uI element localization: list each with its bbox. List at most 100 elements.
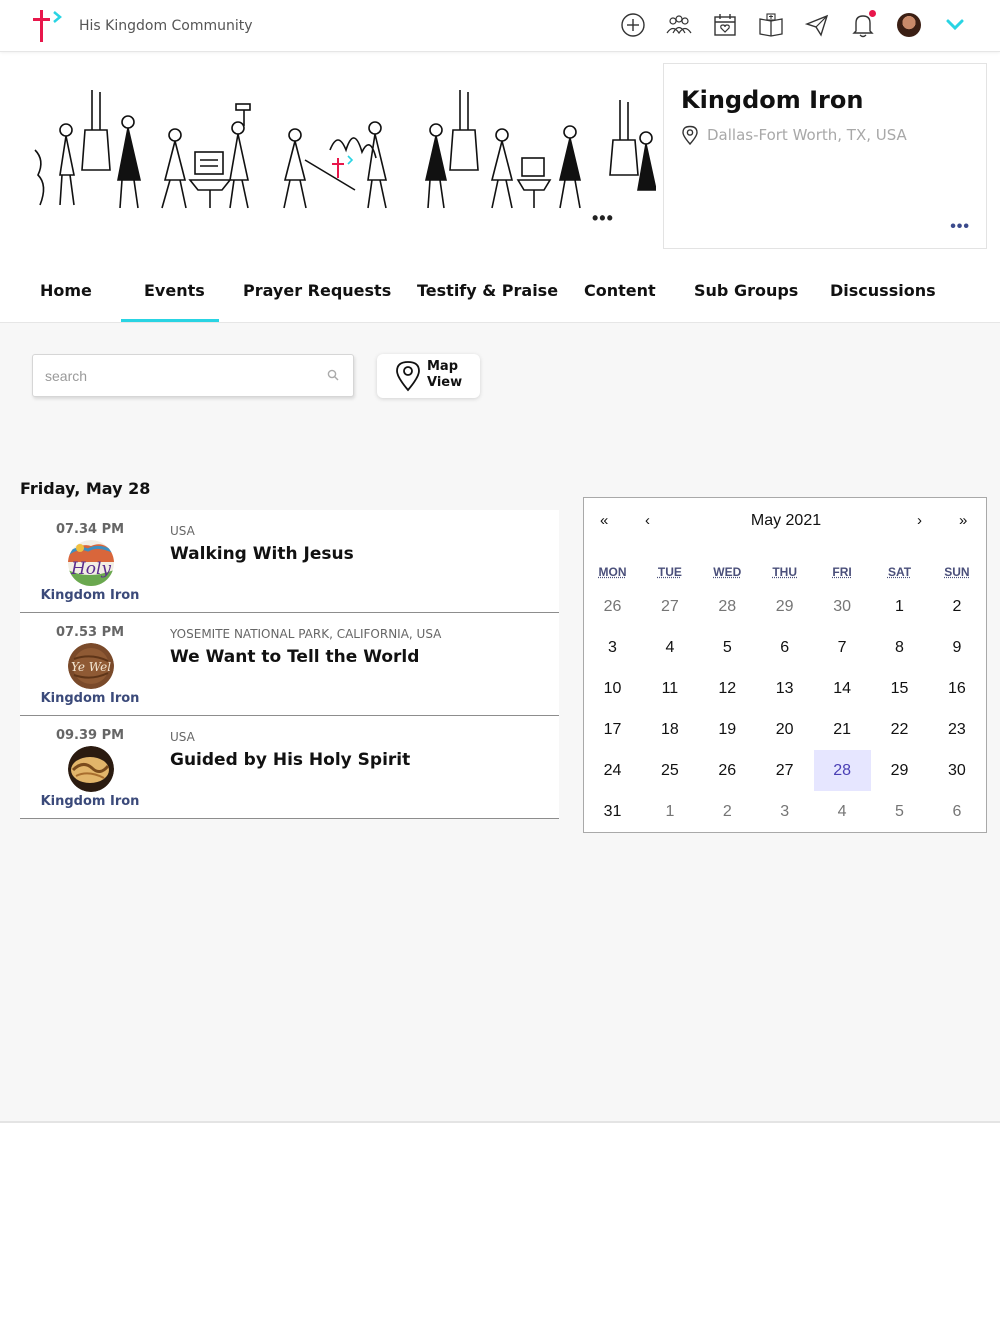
event-time: 09.39 PM <box>55 728 125 743</box>
calendar-day[interactable]: 6 <box>756 627 813 668</box>
calendar-day[interactable]: 28 <box>699 586 756 627</box>
calendar-month-label[interactable]: May 2021 <box>584 512 988 530</box>
calendar-day[interactable]: 19 <box>699 709 756 750</box>
calendar-day[interactable]: 1 <box>641 791 698 832</box>
calendar-day[interactable]: 21 <box>814 709 871 750</box>
calendar-weekday: MON <box>598 565 627 579</box>
avatar-image <box>897 13 921 37</box>
calendar-day[interactable]: 5 <box>699 627 756 668</box>
tab-sub-groups[interactable]: Sub Groups <box>694 281 798 300</box>
calendar-day[interactable]: 17 <box>584 709 641 750</box>
calendar-day[interactable]: 4 <box>641 627 698 668</box>
group-title: Kingdom Iron <box>681 86 864 114</box>
event-group[interactable]: Kingdom Iron <box>20 794 160 809</box>
tab-prayer-requests[interactable]: Prayer Requests <box>243 281 391 300</box>
search-icon[interactable] <box>327 369 339 381</box>
add-circle-icon[interactable] <box>618 10 648 40</box>
calendar-day[interactable]: 2 <box>699 791 756 832</box>
event-item[interactable]: 09.39 PM Kingdom Iron USA Guided by His … <box>20 716 559 819</box>
calendar-day[interactable]: 7 <box>814 627 871 668</box>
search-input[interactable] <box>33 355 313 396</box>
event-list: 07.34 PM Holy Kingdom Iron USA Walking W… <box>20 510 559 819</box>
calendar-day[interactable]: 22 <box>871 709 928 750</box>
calendar-day[interactable]: 30 <box>814 586 871 627</box>
calendar-heart-icon[interactable] <box>710 10 740 40</box>
event-title[interactable]: We Want to Tell the World <box>170 647 419 667</box>
event-location: USA <box>170 524 195 538</box>
tab-content[interactable]: Content <box>584 281 656 300</box>
event-group[interactable]: Kingdom Iron <box>20 691 160 706</box>
calendar-weekday: SAT <box>887 565 912 579</box>
calendar-day[interactable]: 27 <box>641 586 698 627</box>
send-icon[interactable] <box>802 10 832 40</box>
map-pin-icon <box>396 361 420 392</box>
calendar-day[interactable]: 2 <box>928 586 985 627</box>
chevron-down-icon[interactable] <box>940 10 970 40</box>
location-pin-icon <box>682 125 698 145</box>
map-view-label: Map View <box>427 359 462 391</box>
calendar-day[interactable]: 16 <box>928 668 985 709</box>
event-item[interactable]: 07.34 PM Holy Kingdom Iron USA Walking W… <box>20 510 559 613</box>
event-group[interactable]: Kingdom Iron <box>20 588 160 603</box>
calendar-day[interactable]: 9 <box>928 627 985 668</box>
calendar-day[interactable]: 26 <box>699 750 756 791</box>
calendar-day[interactable]: 20 <box>756 709 813 750</box>
calendar-day[interactable]: 1 <box>871 586 928 627</box>
event-title[interactable]: Walking With Jesus <box>170 544 354 564</box>
calendar-day[interactable]: 10 <box>584 668 641 709</box>
event-item[interactable]: 07.53 PM Ye Wel Kingdom Iron YOSEMITE NA… <box>20 613 559 716</box>
groups-icon[interactable] <box>664 10 694 40</box>
group-location: Dallas-Fort Worth, TX, USA <box>707 126 907 144</box>
calendar-day[interactable]: 12 <box>699 668 756 709</box>
group-card: Kingdom Iron Dallas-Fort Worth, TX, USA … <box>663 63 987 249</box>
event-avatar: Holy <box>68 540 114 586</box>
calendar-day[interactable]: 26 <box>584 586 641 627</box>
banner-illustration <box>34 90 656 209</box>
calendar-day[interactable]: 5 <box>871 791 928 832</box>
map-view-line2: View <box>427 375 463 390</box>
calendar-day[interactable]: 3 <box>756 791 813 832</box>
bible-icon[interactable] <box>756 10 786 40</box>
calendar-last-button[interactable]: » <box>959 512 967 529</box>
calendar-day[interactable]: 11 <box>641 668 698 709</box>
calendar-day[interactable]: 13 <box>756 668 813 709</box>
calendar-day[interactable]: 29 <box>871 750 928 791</box>
calendar-day[interactable]: 4 <box>814 791 871 832</box>
calendar-weekday: SUN <box>944 565 970 579</box>
bell-icon[interactable] <box>848 10 878 40</box>
tab-events[interactable]: Events <box>144 281 205 300</box>
calendar-day[interactable]: 14 <box>814 668 871 709</box>
event-time: 07.53 PM <box>55 625 125 640</box>
tab-testify-praise[interactable]: Testify & Praise <box>417 281 558 300</box>
map-view-button[interactable]: Map View <box>377 354 480 398</box>
tab-discussions[interactable]: Discussions <box>830 281 936 300</box>
calendar-day[interactable]: 6 <box>928 791 985 832</box>
calendar-day[interactable]: 25 <box>641 750 698 791</box>
calendar-day[interactable]: 18 <box>641 709 698 750</box>
calendar-day[interactable]: 15 <box>871 668 928 709</box>
logo-icon[interactable] <box>30 8 66 44</box>
calendar: « ‹ May 2021 › » MON TUE WED THU FRI SAT SUN 26… <box>583 497 987 833</box>
banner-more-icon[interactable]: ••• <box>592 208 614 229</box>
calendar-day[interactable]: 3 <box>584 627 641 668</box>
event-avatar <box>68 746 114 792</box>
calendar-day[interactable]: 31 <box>584 791 641 832</box>
group-more-icon[interactable]: ••• <box>950 218 970 236</box>
event-time: 07.34 PM <box>55 522 125 537</box>
calendar-weekday: WED <box>713 565 742 579</box>
calendar-day[interactable]: 23 <box>928 709 985 750</box>
calendar-day[interactable]: 8 <box>871 627 928 668</box>
calendar-day[interactable]: 29 <box>756 586 813 627</box>
calendar-day[interactable]: 28 <box>813 750 871 791</box>
avatar-text: Ye Wel <box>71 660 111 674</box>
brand-name[interactable]: His Kingdom Community <box>79 18 253 34</box>
calendar-day[interactable]: 27 <box>756 750 813 791</box>
calendar-day[interactable]: 30 <box>928 750 985 791</box>
avatar[interactable] <box>894 10 924 40</box>
event-title[interactable]: Guided by His Holy Spirit <box>170 750 410 770</box>
calendar-next-button[interactable]: › <box>917 512 922 529</box>
calendar-day[interactable]: 24 <box>584 750 641 791</box>
event-avatar: Ye Wel <box>68 643 114 689</box>
tab-home[interactable]: Home <box>40 281 92 300</box>
event-location: USA <box>170 730 195 744</box>
